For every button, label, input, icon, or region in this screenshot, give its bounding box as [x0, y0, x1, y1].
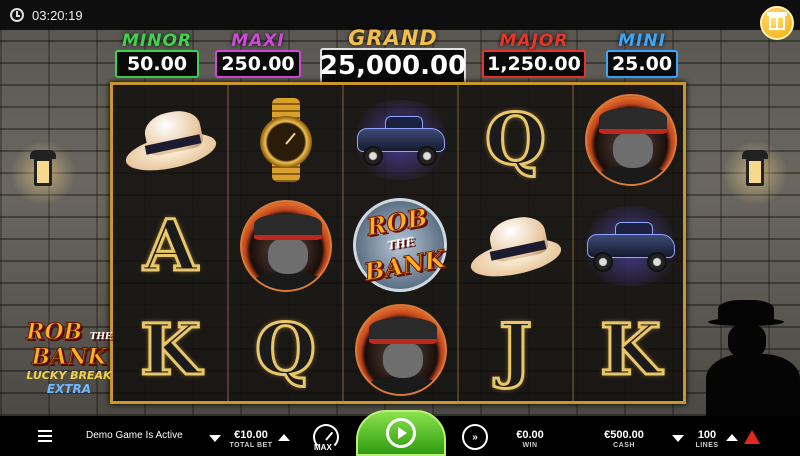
reel-2-symbol-2	[228, 193, 343, 298]
win-value: €0.00	[516, 429, 544, 441]
reel-grid: A K Q ROB THE BANK Q J K	[110, 82, 686, 404]
jackpot-maxi: MAXI 250.00	[215, 32, 301, 78]
street-lamp-icon	[10, 140, 76, 206]
reel-5-symbol-3: K	[573, 297, 688, 402]
jackpot-major-value: 1,250.00	[482, 50, 586, 78]
spin-button[interactable]	[356, 410, 446, 456]
vintage-car-icon	[576, 205, 685, 286]
reel-4-symbol-2	[458, 193, 573, 298]
total-bet-value: €10.00	[234, 429, 268, 441]
bet-increase-button[interactable]	[278, 434, 290, 441]
gift-icon	[767, 12, 787, 30]
logo-extra: EXTRA	[46, 382, 92, 396]
demo-status-text: Demo Game Is Active	[86, 430, 183, 441]
reel-1-symbol-1	[113, 87, 228, 192]
jackpot-grand-value: 25,000.00	[320, 48, 466, 84]
jackpot-major: MAJOR 1,250.00	[482, 32, 586, 78]
bet-decrease-button[interactable]	[209, 435, 221, 442]
reel-2-symbol-1	[228, 87, 343, 192]
gangster-silhouette-icon	[700, 300, 800, 416]
reel-5-symbol-1	[573, 87, 688, 192]
brand-logo-icon	[744, 430, 760, 444]
letter-k-symbol: K	[599, 307, 663, 391]
logo-text-bank: BANK	[31, 344, 107, 370]
vintage-car-icon	[346, 99, 455, 180]
jackpot-grand: GRAND 25,000.00	[320, 28, 466, 84]
jackpot-mini-title: MINI	[618, 31, 666, 51]
lines-label: LINES	[695, 442, 719, 449]
reel-5-symbol-2	[573, 193, 688, 298]
play-icon	[386, 418, 416, 448]
reel-3-symbol-2: ROB THE BANK	[343, 191, 458, 296]
jackpot-minor: MINOR 50.00	[115, 32, 199, 78]
lines-display: 100 LINES	[690, 429, 724, 450]
reel-4-symbol-1: Q	[458, 87, 573, 192]
game-logo: ROB THE BANK LUCKY BREAK EXTRA	[24, 319, 114, 397]
win-display: €0.00 WIN	[510, 429, 550, 450]
reel-4-symbol-3: J	[458, 297, 573, 402]
reel-3-symbol-1	[343, 87, 458, 192]
clock-icon	[10, 8, 24, 22]
cash-label: CASH	[613, 442, 635, 449]
logo-text-rob: ROB	[26, 319, 83, 345]
gift-button[interactable]	[760, 6, 794, 40]
letter-j-symbol: J	[497, 307, 533, 391]
logo-subtitle: LUCKY BREAK	[26, 369, 112, 382]
reel-2-symbol-3: Q	[228, 297, 343, 402]
clock-time: 03:20:19	[32, 7, 83, 23]
cash-display: €500.00 CASH	[594, 429, 654, 450]
logo-text-the: THE	[89, 332, 112, 342]
jackpot-grand-title: GRAND	[348, 26, 438, 50]
gangster-icon	[239, 199, 332, 292]
cash-value: €500.00	[604, 429, 644, 441]
total-bet-label: TOTAL BET	[229, 442, 273, 449]
gangster-icon	[354, 303, 447, 396]
fedora-hat-icon	[467, 212, 564, 283]
win-label: WIN	[522, 442, 538, 449]
jackpot-maxi-title: MAXI	[231, 31, 285, 51]
rob-the-bank-wild-icon: ROB THE BANK	[345, 194, 457, 294]
jackpot-mini: MINI 25.00	[606, 32, 678, 78]
lines-value: 100	[697, 429, 717, 441]
jackpot-maxi-value: 250.00	[215, 50, 301, 78]
reel-1-symbol-3: K	[113, 297, 228, 402]
autoplay-button[interactable]: »	[462, 424, 488, 450]
menu-button[interactable]	[38, 430, 52, 442]
lines-increase-button[interactable]	[726, 434, 738, 441]
gold-watch-icon	[256, 97, 316, 182]
letter-k-symbol: K	[139, 307, 203, 391]
fedora-hat-icon	[122, 106, 219, 177]
letter-q-symbol: Q	[484, 97, 548, 181]
jackpot-mini-value: 25.00	[606, 50, 678, 78]
lines-decrease-button[interactable]	[672, 435, 684, 442]
fast-forward-icon: »	[472, 431, 478, 443]
letter-q-symbol: Q	[254, 307, 318, 391]
max-bet-button[interactable]: MAX	[310, 422, 342, 454]
jackpot-minor-title: MINOR	[121, 31, 192, 51]
jackpot-minor-value: 50.00	[115, 50, 199, 78]
letter-a-symbol: A	[142, 203, 199, 287]
reel-3-symbol-3	[343, 297, 458, 402]
jackpot-major-title: MAJOR	[499, 31, 569, 51]
reel-1-symbol-2: A	[113, 193, 228, 298]
gangster-icon	[584, 93, 677, 186]
total-bet-display: €10.00 TOTAL BET	[226, 429, 276, 450]
max-bet-label: MAX	[314, 443, 332, 452]
street-lamp-icon	[722, 140, 788, 206]
